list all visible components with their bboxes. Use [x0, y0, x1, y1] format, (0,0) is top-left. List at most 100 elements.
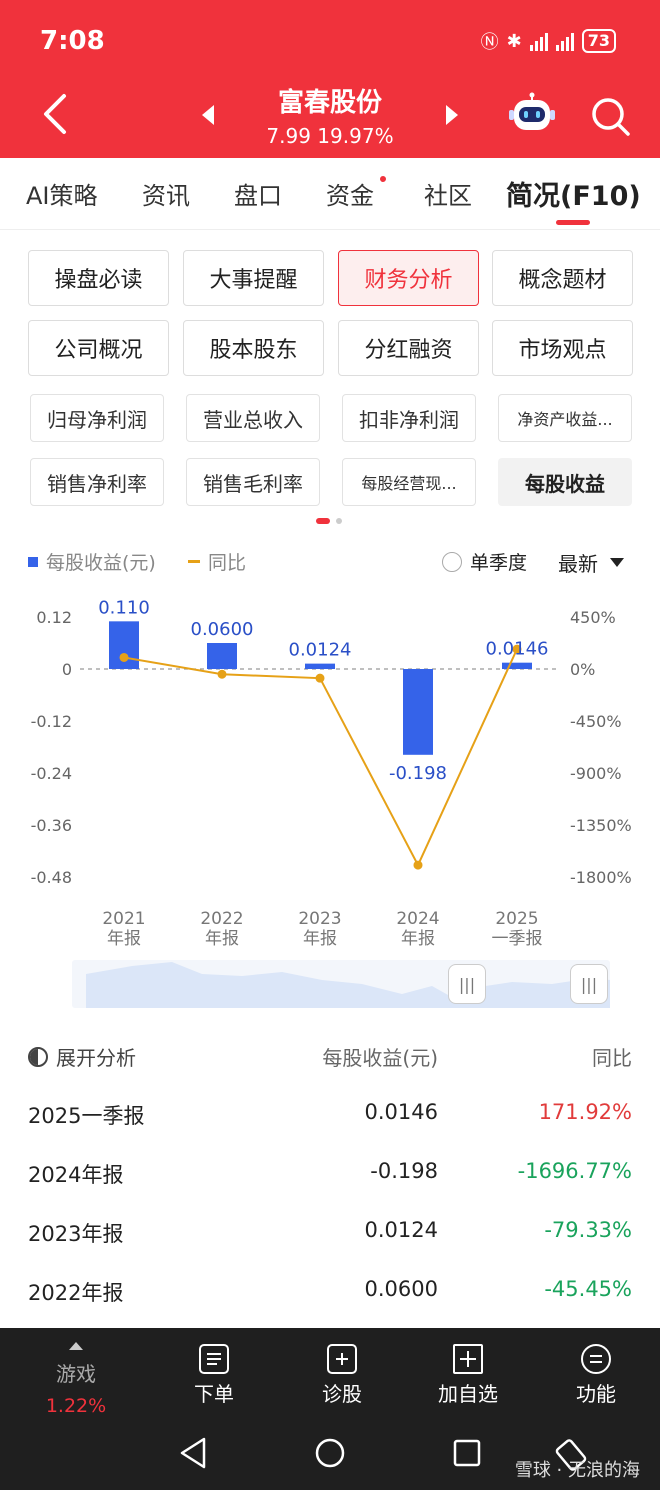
column-eps: 每股收益(元) — [322, 1046, 438, 1070]
bar-legend-swatch — [28, 556, 38, 567]
line-legend-swatch — [188, 560, 200, 563]
metric-net-profit[interactable]: 归母净利润 — [30, 394, 164, 442]
btn-events[interactable]: 大事提醒 — [183, 250, 324, 306]
diagnose-icon — [327, 1344, 357, 1374]
x-tick-label: 2022 — [200, 909, 243, 929]
y-right-tick-label: -1800% — [570, 868, 632, 887]
diagnose-button[interactable]: 诊股 — [282, 1338, 402, 1407]
y-left-tick-label: -0.48 — [31, 868, 72, 887]
quarter-toggle[interactable]: 单季度 — [442, 548, 527, 575]
eps-bar — [207, 643, 237, 669]
stock-price: 7.99 19.97% — [266, 124, 394, 148]
metric-roe[interactable]: 净资产收益... — [498, 394, 632, 442]
x-tick-label: 2024 — [396, 909, 439, 929]
metric-operating-cf[interactable]: 每股经营现... — [342, 458, 476, 506]
y-left-tick-label: -0.12 — [31, 712, 72, 731]
range-handle-left[interactable]: ||| — [448, 964, 486, 1004]
table-row: 2022年报 0.0600 -45.45% — [0, 1277, 660, 1317]
row-period: 2024年报 — [28, 1163, 124, 1187]
prev-stock-icon[interactable] — [200, 104, 216, 126]
ai-robot-icon[interactable] — [508, 92, 556, 136]
table-row: 2024年报 -0.198 -1696.77% — [0, 1159, 660, 1199]
tab-community[interactable]: 社区 — [424, 176, 472, 211]
game-sector-button[interactable]: 游戏 1.22% — [16, 1338, 136, 1417]
row-eps: 0.0146 — [364, 1100, 438, 1124]
table-row: 2025一季报 0.0146 171.92% — [0, 1100, 660, 1140]
y-left-tick-label: -0.36 — [31, 816, 72, 835]
y-left-tick-label: 0.12 — [36, 608, 72, 627]
metric-gross-margin[interactable]: 销售毛利率 — [186, 458, 320, 506]
add-icon — [453, 1344, 483, 1374]
x-tick-label: 2023 — [298, 909, 341, 929]
x-tick-label: 一季报 — [492, 929, 543, 949]
game-label: 游戏 — [56, 1362, 96, 1386]
nav-home-icon[interactable] — [314, 1436, 346, 1470]
order-button[interactable]: 下单 — [154, 1338, 274, 1407]
eps-bar — [502, 662, 532, 669]
row-yoy: -1696.77% — [517, 1159, 632, 1183]
battery-icon: 73 — [581, 29, 616, 53]
search-icon[interactable] — [588, 94, 632, 138]
legend-yoy: 同比 — [188, 548, 246, 575]
y-right-tick-label: 0% — [570, 660, 595, 679]
btn-dividends[interactable]: 分红融资 — [338, 320, 479, 376]
x-tick-label: 年报 — [107, 929, 141, 949]
x-tick-label: 年报 — [303, 929, 337, 949]
tab-ai-strategy[interactable]: AI策略 — [26, 176, 98, 211]
eps-data-label: 0.110 — [98, 597, 150, 618]
legend-eps-label: 每股收益(元) — [46, 552, 156, 574]
btn-market-views[interactable]: 市场观点 — [492, 320, 633, 376]
btn-company-profile[interactable]: 公司概况 — [28, 320, 169, 376]
nav-back-icon[interactable] — [178, 1436, 208, 1470]
tab-f10[interactable]: 简况(F10) — [506, 174, 641, 213]
signal-icon — [529, 31, 548, 51]
row-yoy: -79.33% — [544, 1218, 632, 1242]
game-pct: 1.22% — [45, 1395, 107, 1417]
y-left-tick-label: -0.24 — [31, 764, 72, 783]
btn-trading-guide[interactable]: 操盘必读 — [28, 250, 169, 306]
document-icon — [199, 1344, 229, 1374]
table-header: 展开分析 每股收益(元) 同比 — [0, 1042, 660, 1072]
btn-shareholders[interactable]: 股本股东 — [183, 320, 324, 376]
row-yoy: 171.92% — [538, 1100, 632, 1124]
metric-revenue[interactable]: 营业总收入 — [186, 394, 320, 442]
radio-icon — [442, 551, 462, 572]
column-yoy: 同比 — [592, 1046, 632, 1070]
row-period: 2023年报 — [28, 1222, 124, 1246]
stock-name: 富春股份 — [277, 88, 382, 118]
next-stock-icon[interactable] — [444, 104, 460, 126]
period-dropdown[interactable]: 最新 — [558, 548, 624, 577]
tab-news[interactable]: 资讯 — [142, 176, 190, 211]
metric-eps[interactable]: 每股收益 — [498, 458, 632, 506]
chart-range-scroller[interactable] — [72, 960, 610, 1008]
nav-recents-icon[interactable] — [452, 1436, 482, 1470]
btn-financial-analysis[interactable]: 财务分析 — [338, 250, 479, 306]
expand-label: 展开分析 — [56, 1046, 136, 1070]
eps-data-label: 0.0124 — [289, 640, 352, 661]
row-yoy: -45.45% — [544, 1277, 632, 1301]
functions-button[interactable]: 功能 — [536, 1338, 656, 1407]
scroller-overview — [86, 962, 610, 1008]
tab-capital[interactable]: 资金 — [326, 176, 374, 211]
y-left-tick-label: 0 — [62, 660, 72, 679]
expand-analysis[interactable]: 展开分析 — [28, 1042, 136, 1071]
metric-net-margin[interactable]: 销售净利率 — [30, 458, 164, 506]
functions-label: 功能 — [576, 1382, 616, 1406]
table-row: 2023年报 0.0124 -79.33% — [0, 1218, 660, 1258]
range-handle-right[interactable]: ||| — [570, 964, 608, 1004]
metric-adj-net-profit[interactable]: 扣非净利润 — [342, 394, 476, 442]
period-label: 最新 — [558, 552, 598, 576]
add-watchlist-button[interactable]: 加自选 — [408, 1338, 528, 1407]
eps-bar — [305, 663, 335, 669]
btn-concepts[interactable]: 概念题材 — [492, 250, 633, 306]
tab-orderbook[interactable]: 盘口 — [234, 176, 282, 211]
row-period: 2025一季报 — [28, 1104, 145, 1128]
status-time: 7:08 — [40, 26, 105, 56]
pie-chart-icon — [28, 1046, 48, 1067]
diagnose-label: 诊股 — [322, 1382, 362, 1406]
page-indicator — [316, 518, 342, 524]
tab-capital-dot — [380, 176, 386, 182]
order-label: 下单 — [194, 1382, 234, 1406]
row-eps: 0.0600 — [364, 1277, 438, 1301]
row-eps: 0.0124 — [364, 1218, 438, 1242]
